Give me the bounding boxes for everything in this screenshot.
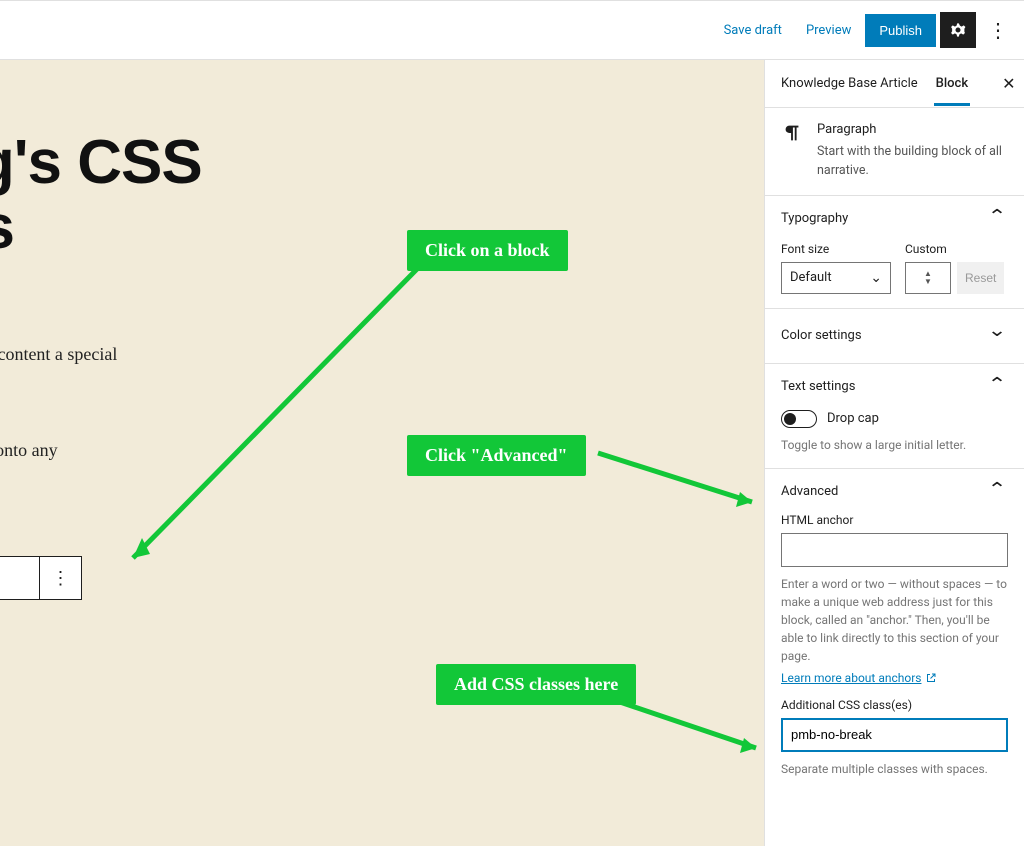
sidebar-tabs: Knowledge Base Article Block ✕: [765, 60, 1024, 108]
tab-document[interactable]: Knowledge Base Article: [779, 62, 920, 106]
html-anchor-input[interactable]: [781, 533, 1008, 567]
preview-link[interactable]: Preview: [796, 15, 861, 46]
chevron-down-icon: [870, 270, 882, 286]
annotation-arrow: [0, 0, 800, 800]
text-settings-panel: Text settings Drop cap Toggle to show a …: [765, 364, 1024, 469]
settings-sidebar: Knowledge Base Article Block ✕ Paragraph…: [764, 60, 1024, 846]
html-anchor-help: Enter a word or two — without spaces — t…: [781, 575, 1008, 665]
typography-panel: Typography Font size Default Custom ▲▼: [765, 196, 1024, 309]
chevron-down-icon: [990, 327, 1008, 345]
custom-size-label: Custom: [905, 242, 1004, 256]
advanced-toggle[interactable]: Advanced: [781, 483, 1008, 501]
kebab-icon: [988, 18, 1008, 43]
block-description: Start with the building block of all nar…: [817, 143, 1008, 181]
html-anchor-label: HTML anchor: [781, 513, 1008, 527]
tab-block[interactable]: Block: [934, 62, 970, 106]
learn-more-anchors-link[interactable]: Learn more about anchors: [781, 671, 937, 685]
text-settings-toggle[interactable]: Text settings: [781, 378, 1008, 396]
advanced-panel: Advanced HTML anchor Enter a word or two…: [765, 469, 1024, 792]
publish-button[interactable]: Publish: [865, 14, 936, 47]
chevron-up-icon: [990, 483, 1008, 501]
stepper-icon: ▲▼: [924, 270, 932, 286]
chevron-up-icon: [990, 378, 1008, 396]
close-sidebar-button[interactable]: ✕: [998, 72, 1019, 96]
custom-size-input[interactable]: ▲▼: [905, 262, 951, 294]
chevron-up-icon: [990, 210, 1008, 228]
block-card-panel: Paragraph Start with the building block …: [765, 108, 1024, 196]
color-toggle[interactable]: Color settings: [781, 327, 1008, 345]
gear-icon: [948, 20, 968, 40]
settings-button[interactable]: [940, 12, 976, 48]
block-name: Paragraph: [817, 122, 1008, 137]
additional-css-label: Additional CSS class(es): [781, 698, 1008, 712]
color-panel: Color settings: [765, 309, 1024, 364]
drop-cap-help: Toggle to show a large initial letter.: [781, 436, 1008, 454]
reset-button[interactable]: Reset: [957, 262, 1004, 294]
drop-cap-label: Drop cap: [827, 411, 879, 426]
additional-css-help: Separate multiple classes with spaces.: [781, 760, 1008, 778]
external-link-icon: [925, 672, 937, 684]
typography-toggle[interactable]: Typography: [781, 210, 1008, 228]
options-button[interactable]: [980, 12, 1016, 48]
additional-css-input[interactable]: [781, 718, 1008, 752]
